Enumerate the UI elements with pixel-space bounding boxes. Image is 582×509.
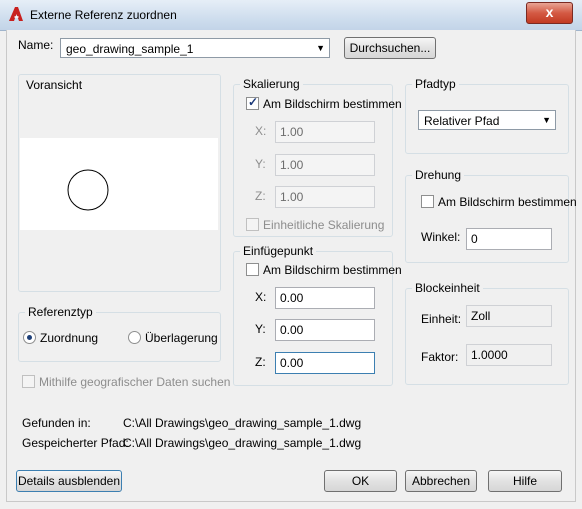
chevron-down-icon: ▼ — [542, 115, 551, 125]
angle-input[interactable]: 0 — [466, 228, 552, 250]
name-label: Name: — [18, 38, 54, 52]
ok-button[interactable]: OK — [324, 470, 397, 492]
scale-y-input[interactable]: 1.00 — [275, 154, 375, 176]
scale-z-input[interactable]: 1.00 — [275, 186, 375, 208]
scaling-on-screen-label: Am Bildschirm bestimmen — [263, 97, 402, 111]
factor-label: Faktor: — [421, 350, 459, 364]
overlay-label: Überlagerung — [145, 331, 218, 345]
hide-details-button[interactable]: Details ausblenden — [16, 470, 122, 492]
saved-path-value: C:\All Drawings\geo_drawing_sample_1.dwg — [123, 436, 362, 450]
path-type-combobox[interactable]: Relativer Pfad ▼ — [418, 110, 556, 130]
scale-x-label: X: — [255, 124, 267, 138]
insert-y-label: Y: — [255, 322, 266, 336]
geo-data-checkbox[interactable] — [22, 375, 35, 388]
preview-circle — [67, 169, 109, 211]
block-unit-title: Blockeinheit — [412, 281, 483, 295]
attach-label: Zuordnung — [40, 331, 99, 345]
autocad-app-icon — [9, 7, 23, 21]
rotation-title: Drehung — [412, 168, 465, 182]
rotation-on-screen-label: Am Bildschirm bestimmen — [438, 195, 577, 209]
saved-path-label: Gespeicherter Pfad: — [22, 436, 129, 450]
cancel-button[interactable]: Abbrechen — [405, 470, 477, 492]
insert-x-label: X: — [255, 290, 267, 304]
block-unit-group: Blockeinheit — [405, 281, 569, 385]
close-icon: x — [545, 4, 554, 20]
scale-x-input[interactable]: 1.00 — [275, 121, 375, 143]
geo-data-label: Mithilfe geografischer Daten suchen — [39, 375, 231, 389]
insert-x-input[interactable]: 0.00 — [275, 287, 375, 309]
found-in-label: Gefunden in: — [22, 416, 91, 430]
close-button[interactable]: x — [526, 2, 573, 24]
name-combobox-value: geo_drawing_sample_1 — [66, 42, 194, 56]
path-type-title: Pfadtyp — [412, 77, 459, 91]
preview-canvas — [20, 138, 218, 230]
insertion-on-screen-label: Am Bildschirm bestimmen — [263, 263, 402, 277]
unit-label: Einheit: — [421, 312, 462, 326]
unit-value: Zoll — [466, 305, 552, 327]
preview-title: Voransicht — [26, 78, 83, 92]
scale-z-label: Z: — [255, 189, 266, 203]
found-in-value: C:\All Drawings\geo_drawing_sample_1.dwg — [123, 416, 362, 430]
scale-y-label: Y: — [255, 157, 266, 171]
uniform-scale-label: Einheitliche Skalierung — [263, 218, 385, 232]
insertion-on-screen-checkbox[interactable] — [246, 263, 259, 276]
scaling-on-screen-checkbox[interactable] — [246, 95, 259, 110]
factor-value: 1.0000 — [466, 344, 552, 366]
preview-drawing — [67, 169, 109, 211]
attach-radio[interactable] — [23, 331, 36, 344]
browse-button[interactable]: Durchsuchen... — [344, 37, 436, 59]
path-type-value: Relativer Pfad — [424, 114, 500, 128]
insert-z-label: Z: — [255, 355, 266, 369]
window-title: Externe Referenz zuordnen — [30, 8, 177, 22]
insertion-point-title: Einfügepunkt — [240, 244, 317, 258]
insert-z-input[interactable]: 0.00 — [275, 352, 375, 374]
angle-label: Winkel: — [421, 230, 461, 244]
scaling-title: Skalierung — [240, 77, 303, 91]
uniform-scale-checkbox[interactable] — [246, 218, 259, 231]
chevron-down-icon: ▼ — [316, 43, 325, 53]
insert-y-input[interactable]: 0.00 — [275, 319, 375, 341]
help-button[interactable]: Hilfe — [488, 470, 562, 492]
rotation-on-screen-checkbox[interactable] — [421, 195, 434, 208]
reference-type-title: Referenztyp — [25, 305, 96, 319]
overlay-radio[interactable] — [128, 331, 141, 344]
name-combobox[interactable]: geo_drawing_sample_1 ▼ — [60, 38, 330, 58]
